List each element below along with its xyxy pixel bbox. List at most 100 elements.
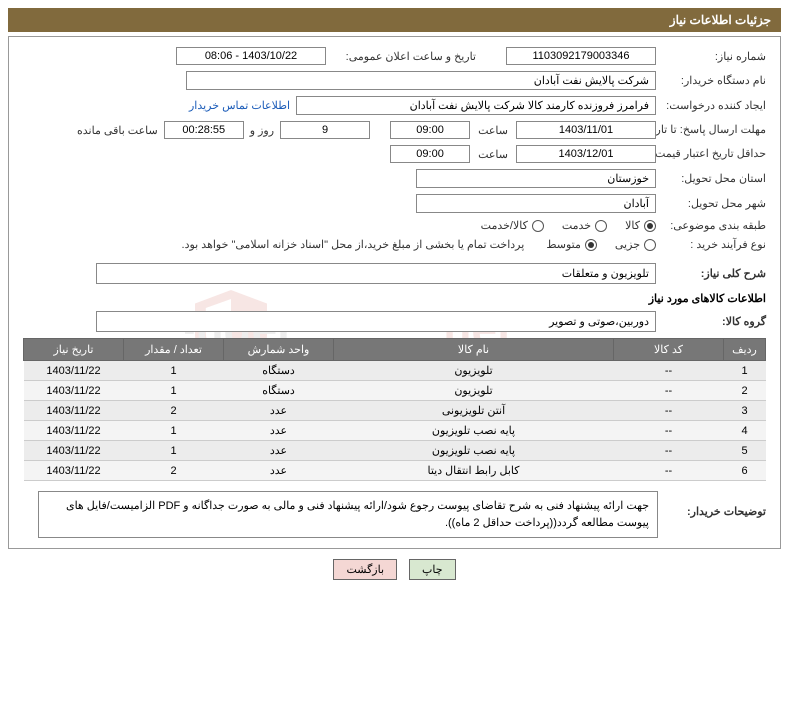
row-process: نوع فرآیند خرید : جزیی متوسط پرداخت تمام… — [23, 238, 766, 251]
radio-item-goods-service[interactable]: کالا/خدمت — [481, 219, 544, 232]
field-buyer-org: شرکت پالایش نفت آبادان — [186, 71, 656, 90]
radio-item-medium[interactable]: متوسط — [546, 238, 597, 251]
field-goods-group: دوربین،صوتی و تصویر — [96, 311, 656, 332]
cell-unit: دستگاه — [224, 381, 334, 401]
cell-qty: 1 — [124, 381, 224, 401]
th-unit: واحد شمارش — [224, 339, 334, 361]
process-note: پرداخت تمام یا بخشی از مبلغ خرید،از محل … — [182, 238, 525, 251]
row-buyer-org: نام دستگاه خریدار: شرکت پالایش نفت آبادا… — [23, 71, 766, 90]
cell-name: تلویزیون — [334, 381, 614, 401]
field-price-date: 1403/12/01 — [516, 145, 656, 163]
cell-code: -- — [614, 361, 724, 381]
row-general-desc: شرح کلی نیاز: تلویزیون و متعلقات — [23, 263, 766, 284]
row-city: شهر محل تحویل: آبادان — [23, 194, 766, 213]
row-price-validity: حداقل تاریخ اعتبار قیمت: تا تاریخ: 1403/… — [23, 145, 766, 163]
cell-qty: 1 — [124, 421, 224, 441]
cell-code: -- — [614, 461, 724, 481]
th-row-no: ردیف — [724, 339, 766, 361]
cell-code: -- — [614, 381, 724, 401]
cell-n: 5 — [724, 441, 766, 461]
process-radios: جزیی متوسط — [546, 238, 656, 251]
cell-unit: عدد — [224, 421, 334, 441]
cell-name: پایه نصب تلویزیون — [334, 421, 614, 441]
footer-buttons: چاپ بازگشت — [8, 559, 781, 580]
category-radios: کالا خدمت کالا/خدمت — [481, 219, 656, 232]
th-date: تاریخ نیاز — [24, 339, 124, 361]
th-code: کد کالا — [614, 339, 724, 361]
cell-n: 4 — [724, 421, 766, 441]
radio-goods[interactable] — [644, 220, 656, 232]
cell-code: -- — [614, 441, 724, 461]
radio-minor[interactable] — [644, 239, 656, 251]
radio-goods-service-label: کالا/خدمت — [481, 219, 528, 232]
items-table: ردیف کد کالا نام کالا واحد شمارش تعداد /… — [23, 338, 766, 481]
items-info-title: اطلاعات کالاهای مورد نیاز — [23, 292, 766, 305]
cell-qty: 1 — [124, 441, 224, 461]
cell-unit: عدد — [224, 401, 334, 421]
label-city: شهر محل تحویل: — [656, 197, 766, 210]
field-reply-time: 09:00 — [390, 121, 470, 139]
print-button[interactable]: چاپ — [409, 559, 456, 580]
radio-service[interactable] — [595, 220, 607, 232]
cell-n: 6 — [724, 461, 766, 481]
field-days-left: 9 — [280, 121, 370, 139]
label-goods-group: گروه کالا: — [656, 315, 766, 328]
header-bar: جزئیات اطلاعات نیاز — [8, 8, 781, 32]
label-time-2: ساعت — [478, 148, 508, 161]
field-province: خوزستان — [416, 169, 656, 188]
cell-date: 1403/11/22 — [24, 381, 124, 401]
cell-n: 3 — [724, 401, 766, 421]
radio-item-minor[interactable]: جزیی — [615, 238, 656, 251]
cell-date: 1403/11/22 — [24, 441, 124, 461]
field-requester: فرامرز فروزنده کارمند کالا شرکت پالایش ن… — [296, 96, 656, 115]
cell-n: 1 — [724, 361, 766, 381]
table-row: 6--کابل رابط انتقال دیتاعدد21403/11/22 — [24, 461, 766, 481]
cell-unit: عدد — [224, 461, 334, 481]
field-buyer-notes: جهت ارائه پیشنهاد فنی به شرح تقاضای پیوس… — [38, 491, 658, 538]
cell-qty: 1 — [124, 361, 224, 381]
cell-code: -- — [614, 401, 724, 421]
cell-name: تلویزیون — [334, 361, 614, 381]
radio-medium-label: متوسط — [546, 238, 581, 251]
label-time-1: ساعت — [478, 124, 508, 137]
field-countdown: 00:28:55 — [164, 121, 244, 139]
label-buyer-org: نام دستگاه خریدار: — [656, 74, 766, 87]
cell-code: -- — [614, 421, 724, 441]
label-reply-deadline: مهلت ارسال پاسخ: تا تاریخ: — [656, 123, 766, 137]
radio-medium[interactable] — [585, 239, 597, 251]
label-process: نوع فرآیند خرید : — [656, 238, 766, 251]
radio-minor-label: جزیی — [615, 238, 640, 251]
radio-service-label: خدمت — [562, 219, 591, 232]
row-category: طبقه بندی موضوعی: کالا خدمت کالا/خدمت — [23, 219, 766, 232]
th-qty: تعداد / مقدار — [124, 339, 224, 361]
label-announce-dt: تاریخ و ساعت اعلان عمومی: — [326, 50, 476, 63]
table-row: 5--پایه نصب تلویزیونعدد11403/11/22 — [24, 441, 766, 461]
cell-date: 1403/11/22 — [24, 421, 124, 441]
row-goods-group: گروه کالا: دوربین،صوتی و تصویر — [23, 311, 766, 332]
radio-item-service[interactable]: خدمت — [562, 219, 607, 232]
cell-qty: 2 — [124, 401, 224, 421]
row-requester: ایجاد کننده درخواست: فرامرز فروزنده کارم… — [23, 96, 766, 115]
table-row: 1--تلویزیوندستگاه11403/11/22 — [24, 361, 766, 381]
contact-buyer-link[interactable]: اطلاعات تماس خریدار — [189, 99, 290, 112]
row-buyer-notes: توضیحات خریدار: جهت ارائه پیشنهاد فنی به… — [23, 491, 766, 538]
label-general-desc: شرح کلی نیاز: — [656, 267, 766, 280]
radio-goods-service[interactable] — [532, 220, 544, 232]
cell-date: 1403/11/22 — [24, 401, 124, 421]
cell-date: 1403/11/22 — [24, 461, 124, 481]
row-province: استان محل تحویل: خوزستان — [23, 169, 766, 188]
label-need-no: شماره نیاز: — [656, 50, 766, 63]
cell-name: پایه نصب تلویزیون — [334, 441, 614, 461]
row-reply-deadline: مهلت ارسال پاسخ: تا تاریخ: 1403/11/01 سا… — [23, 121, 766, 139]
label-requester: ایجاد کننده درخواست: — [656, 99, 766, 112]
field-need-no: 1103092179003346 — [506, 47, 656, 65]
row-need-no: شماره نیاز: 1103092179003346 تاریخ و ساع… — [23, 47, 766, 65]
radio-item-goods[interactable]: کالا — [625, 219, 656, 232]
label-category: طبقه بندی موضوعی: — [656, 219, 766, 232]
table-header-row: ردیف کد کالا نام کالا واحد شمارش تعداد /… — [24, 339, 766, 361]
field-announce-dt: 1403/10/22 - 08:06 — [176, 47, 326, 65]
back-button[interactable]: بازگشت — [333, 559, 397, 580]
label-buyer-notes: توضیحات خریدار: — [666, 491, 766, 518]
field-reply-date: 1403/11/01 — [516, 121, 656, 139]
cell-qty: 2 — [124, 461, 224, 481]
